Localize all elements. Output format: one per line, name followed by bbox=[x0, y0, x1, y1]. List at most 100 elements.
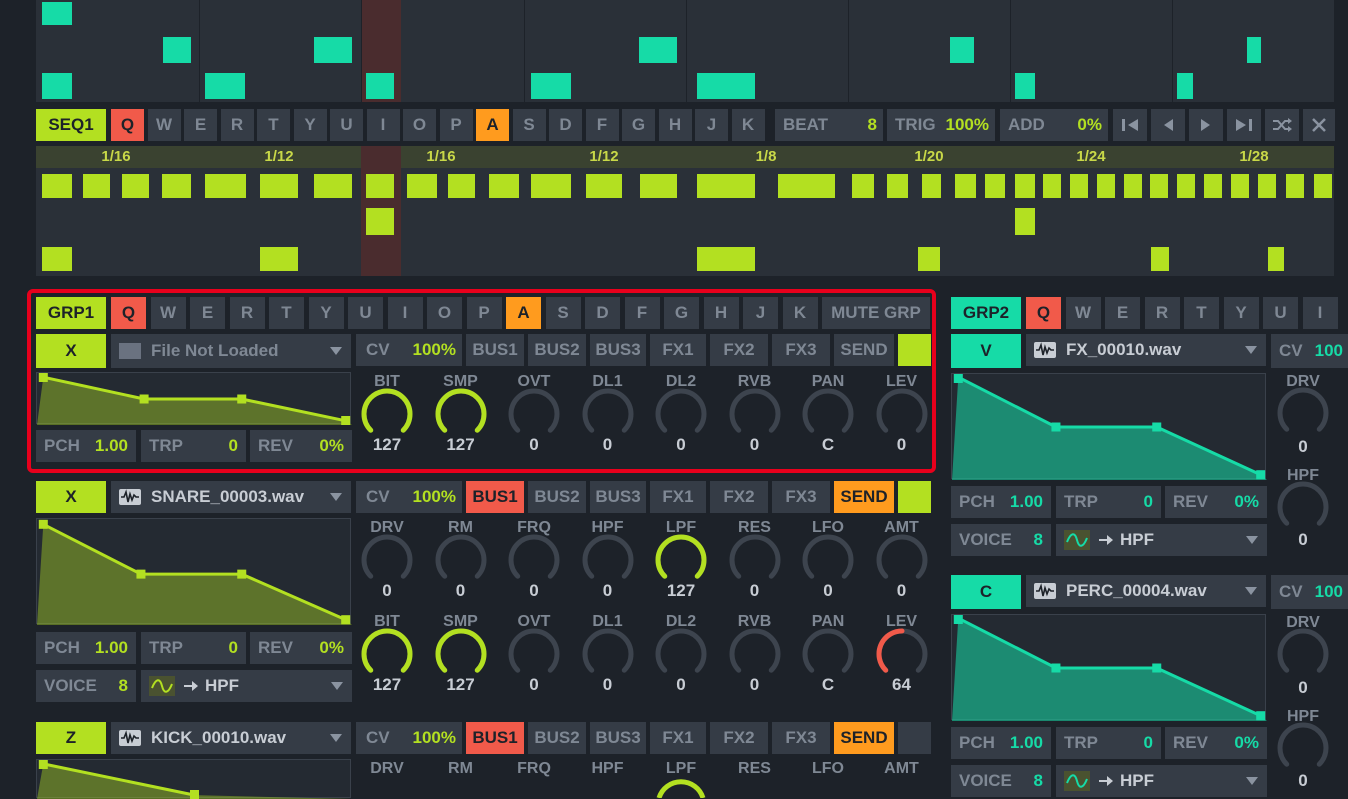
file-selector[interactable]: PERC_00004.wav bbox=[1026, 575, 1266, 607]
seq1-step[interactable] bbox=[922, 174, 941, 198]
cv-field[interactable]: CV 100 bbox=[1271, 575, 1348, 609]
seq1-step[interactable] bbox=[640, 174, 677, 198]
knob-res[interactable] bbox=[728, 533, 782, 587]
knob-hpf[interactable] bbox=[581, 533, 635, 587]
bus-button-bus3[interactable]: BUS3 bbox=[590, 722, 646, 754]
seq1-step[interactable] bbox=[586, 174, 622, 198]
bus-button-fx2[interactable]: FX2 bbox=[710, 481, 768, 513]
key-button-e[interactable]: E bbox=[1105, 297, 1140, 329]
envelope-editor[interactable] bbox=[951, 373, 1267, 480]
seq-top-step[interactable] bbox=[950, 37, 974, 63]
knob-frq[interactable] bbox=[507, 533, 561, 587]
seq1-step[interactable] bbox=[205, 174, 246, 198]
key-button-w[interactable]: W bbox=[147, 109, 181, 141]
seq1-step[interactable] bbox=[1286, 174, 1304, 198]
seq1-step[interactable] bbox=[83, 174, 110, 198]
seq-top-step[interactable] bbox=[42, 2, 72, 25]
seq-top-step[interactable] bbox=[639, 37, 677, 63]
seq1-step[interactable] bbox=[1204, 174, 1222, 198]
seq1-step[interactable] bbox=[697, 174, 755, 198]
envelope-editor[interactable] bbox=[36, 759, 352, 799]
seq1-step[interactable] bbox=[1258, 174, 1276, 198]
key-button-u[interactable]: U bbox=[330, 109, 363, 141]
seq-top-step[interactable] bbox=[1015, 73, 1035, 99]
key-button-s[interactable]: S bbox=[512, 109, 546, 141]
seq1-step[interactable] bbox=[260, 247, 298, 271]
track-key-button[interactable]: V bbox=[951, 334, 1021, 368]
seq1-step[interactable] bbox=[42, 247, 72, 271]
seq1-step[interactable] bbox=[778, 174, 835, 198]
key-button-j[interactable]: J bbox=[695, 109, 728, 141]
filter-selector[interactable]: HPF bbox=[1056, 765, 1267, 797]
key-button-w[interactable]: W bbox=[1065, 297, 1101, 329]
add-field[interactable]: ADD 0% bbox=[1000, 109, 1108, 141]
seq1-step[interactable] bbox=[448, 174, 475, 198]
step-forward-button[interactable] bbox=[1189, 109, 1223, 141]
bus-button-bus2[interactable]: BUS2 bbox=[528, 722, 586, 754]
trig-field[interactable]: TRIG 100% bbox=[887, 109, 995, 141]
key-button-e[interactable]: E bbox=[184, 109, 217, 141]
bus-button-fx3[interactable]: FX3 bbox=[772, 722, 830, 754]
seq1-step[interactable] bbox=[918, 247, 940, 271]
track-key-button[interactable]: X bbox=[36, 481, 106, 513]
bus-button-fx2[interactable]: FX2 bbox=[710, 722, 768, 754]
seq1-step[interactable] bbox=[1151, 247, 1169, 271]
send-toggle[interactable] bbox=[898, 722, 931, 754]
file-selector[interactable]: FX_00010.wav bbox=[1026, 334, 1266, 366]
trp-field[interactable]: TRP 0 bbox=[1056, 486, 1161, 518]
seq1-step[interactable] bbox=[42, 174, 72, 198]
knob-drv[interactable] bbox=[360, 533, 414, 587]
pch-field[interactable]: PCH 1.00 bbox=[36, 632, 136, 664]
seq1-step[interactable] bbox=[955, 174, 976, 198]
key-button-g[interactable]: G bbox=[622, 109, 655, 141]
knob-rvb[interactable] bbox=[728, 627, 782, 681]
knob-dl1[interactable] bbox=[581, 627, 635, 681]
bus-button-fx1[interactable]: FX1 bbox=[650, 722, 706, 754]
seq1-step[interactable] bbox=[314, 174, 352, 198]
seq1-step[interactable] bbox=[1015, 208, 1035, 235]
seq1-step[interactable] bbox=[985, 174, 1005, 198]
seq1-step[interactable] bbox=[1070, 174, 1088, 198]
key-button-k[interactable]: K bbox=[731, 109, 765, 141]
seq1-step[interactable] bbox=[1177, 174, 1195, 198]
envelope-editor[interactable] bbox=[36, 518, 352, 625]
track-key-button[interactable]: C bbox=[951, 575, 1021, 609]
track-key-button[interactable]: Z bbox=[36, 722, 106, 754]
knob-ovt[interactable] bbox=[507, 627, 561, 681]
seq1-step[interactable] bbox=[1268, 247, 1284, 271]
seq-top-step[interactable] bbox=[163, 37, 191, 63]
key-button-a[interactable]: A bbox=[476, 109, 509, 141]
seq-top-step[interactable] bbox=[205, 73, 245, 99]
rev-field[interactable]: REV 0% bbox=[1165, 486, 1267, 518]
knob-lfo[interactable] bbox=[801, 533, 855, 587]
key-button-r[interactable]: R bbox=[220, 109, 254, 141]
seq1-step[interactable] bbox=[852, 174, 874, 198]
bus-button-fx1[interactable]: FX1 bbox=[650, 481, 706, 513]
send-button[interactable]: SEND bbox=[834, 481, 894, 513]
seq1-step[interactable] bbox=[1043, 174, 1061, 198]
seq1-step[interactable] bbox=[407, 174, 437, 198]
seq-top-step[interactable] bbox=[1177, 73, 1193, 99]
knob-hpf[interactable] bbox=[1276, 721, 1330, 775]
knob-dl2[interactable] bbox=[654, 627, 708, 681]
seq1-step[interactable] bbox=[697, 247, 755, 271]
shuffle-button[interactable] bbox=[1265, 109, 1299, 141]
seq1-step[interactable] bbox=[122, 174, 149, 198]
bus-button-bus1[interactable]: BUS1 bbox=[466, 481, 524, 513]
key-button-q[interactable]: Q bbox=[1026, 297, 1061, 329]
key-button-r[interactable]: R bbox=[1144, 297, 1180, 329]
seq1-step[interactable] bbox=[1314, 174, 1332, 198]
seq1-button[interactable]: SEQ1 bbox=[36, 109, 106, 141]
seq-top-step[interactable] bbox=[366, 73, 394, 99]
key-button-u[interactable]: U bbox=[1263, 297, 1298, 329]
knob-amt[interactable] bbox=[875, 533, 929, 587]
beat-field[interactable]: BEAT 8 bbox=[775, 109, 883, 141]
knob-rm[interactable] bbox=[434, 533, 488, 587]
seq1-step[interactable] bbox=[366, 208, 394, 235]
voice-field[interactable]: VOICE 8 bbox=[36, 670, 136, 702]
bus-button-bus3[interactable]: BUS3 bbox=[590, 481, 646, 513]
trp-field[interactable]: TRP 0 bbox=[1056, 727, 1161, 759]
file-selector[interactable]: KICK_00010.wav bbox=[111, 722, 351, 754]
key-button-y[interactable]: Y bbox=[293, 109, 327, 141]
pch-field[interactable]: PCH 1.00 bbox=[951, 727, 1051, 759]
